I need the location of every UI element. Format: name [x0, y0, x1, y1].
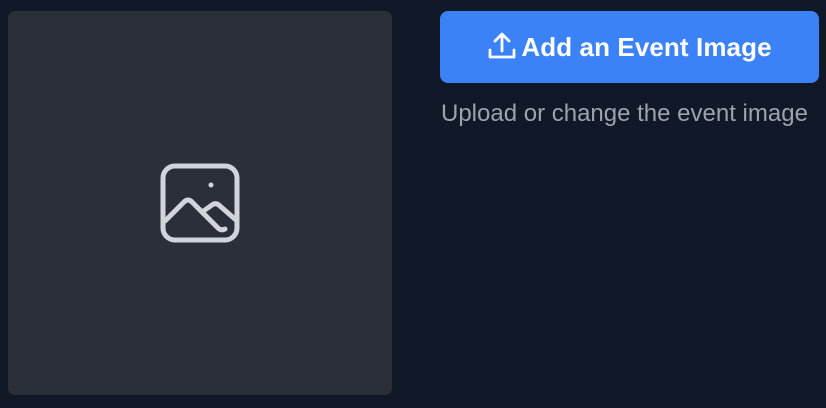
image-icon: [160, 163, 240, 243]
add-event-image-label: Add an Event Image: [521, 31, 772, 62]
upload-icon: [488, 32, 516, 59]
add-event-image-button[interactable]: Add an Event Image: [440, 11, 819, 83]
event-image-placeholder[interactable]: [8, 11, 392, 395]
upload-helper-text: Upload or change the event image: [441, 100, 808, 127]
event-image-editor: Add an Event Image Upload or change the …: [0, 0, 826, 408]
